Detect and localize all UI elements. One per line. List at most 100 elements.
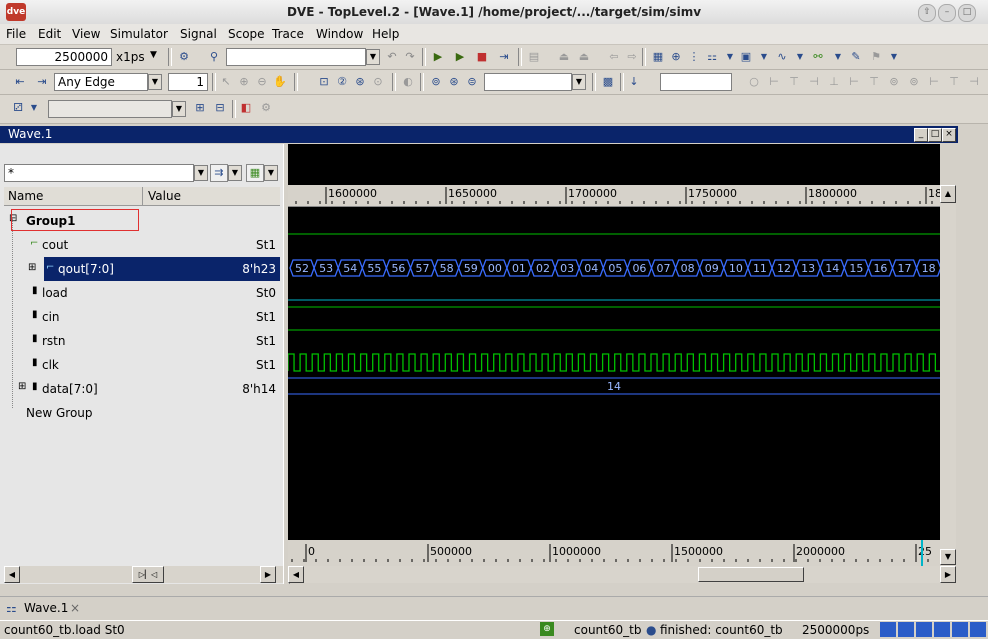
- time-unit-select[interactable]: x1ps: [116, 50, 145, 64]
- down-icon[interactable]: ⏏: [576, 49, 592, 65]
- signal-type-dropdown-icon[interactable]: ▼: [264, 165, 278, 181]
- list-view-icon[interactable]: ▦: [650, 49, 666, 65]
- signal-list-hscrollbar[interactable]: ◀ ▷▏◁ ▶: [4, 566, 283, 583]
- mdi-close-icon[interactable]: ×: [942, 128, 956, 142]
- waveform-vscrollbar[interactable]: ▲ ▼: [940, 185, 956, 565]
- trace-icon-3[interactable]: ⊤: [786, 74, 802, 90]
- trace-icon-9[interactable]: ⊚: [906, 74, 922, 90]
- mdi-restore-icon[interactable]: □: [928, 128, 942, 142]
- menu-simulator[interactable]: Simulator: [110, 27, 168, 41]
- status-icon-4[interactable]: [934, 622, 950, 637]
- find-prev-icon[interactable]: ↶: [384, 49, 400, 65]
- pen-icon[interactable]: ✎: [848, 49, 864, 65]
- chip-icon[interactable]: ▩: [600, 74, 616, 90]
- group-name-edit-box[interactable]: [11, 209, 139, 231]
- flag-icon[interactable]: ⚑: [868, 49, 884, 65]
- analog-icon[interactable]: ∿: [774, 49, 790, 65]
- hierarchy-dropdown-icon[interactable]: ▼: [26, 100, 42, 116]
- forward-icon[interactable]: ⇨: [624, 49, 640, 65]
- prev-edge-icon[interactable]: ⇤: [12, 74, 28, 90]
- wave-tab-label[interactable]: Wave.1: [24, 601, 68, 615]
- next-edge-icon[interactable]: ⇥: [34, 74, 50, 90]
- trace-icon-1[interactable]: ○: [746, 74, 762, 90]
- maximize-icon[interactable]: □: [958, 4, 976, 22]
- scroll-up-icon[interactable]: ▲: [940, 185, 956, 203]
- display-mode-icon[interactable]: ⇉: [210, 164, 228, 182]
- trace-icon-7[interactable]: ⊤: [866, 74, 882, 90]
- trace-icon-10[interactable]: ⊢: [926, 74, 942, 90]
- scroll-left-icon[interactable]: ◀: [4, 566, 20, 583]
- sim-time-input[interactable]: 2500000: [16, 48, 112, 66]
- signal-row[interactable]: ▮ load St0: [4, 281, 280, 305]
- pan-icon[interactable]: ✋: [272, 74, 288, 90]
- trace-icon-2[interactable]: ⊢: [766, 74, 782, 90]
- status-icon-2[interactable]: [898, 622, 914, 637]
- stop-icon[interactable]: ■: [474, 49, 490, 65]
- waveform-canvas[interactable]: 52 53 54 55 56 57 58 59 00 01 02 03 04 05 06 07 08 09 10 11…: [288, 206, 940, 540]
- step-icon[interactable]: ▶: [452, 49, 468, 65]
- scope-dropdown-icon[interactable]: ▼: [172, 101, 186, 117]
- signal-filter-input[interactable]: *: [4, 164, 194, 182]
- search-input[interactable]: [226, 48, 366, 66]
- zoom-area-icon[interactable]: ⊙: [370, 74, 386, 90]
- menu-signal[interactable]: Signal: [180, 27, 217, 41]
- search-forward-icon[interactable]: ⊛: [446, 74, 462, 90]
- hierarchy-icon[interactable]: ⚂: [10, 100, 26, 116]
- menu-window[interactable]: Window: [316, 27, 363, 41]
- signal-type-icon[interactable]: ▦: [246, 164, 264, 182]
- menu-trace[interactable]: Trace: [272, 27, 304, 41]
- menu-edit[interactable]: Edit: [38, 27, 61, 41]
- schematic-icon[interactable]: ⊕: [668, 49, 684, 65]
- signal-row-selected[interactable]: ⊞ ⌐ qout[7:0] 8'h23: [28, 257, 280, 281]
- up-icon[interactable]: ⏏: [556, 49, 572, 65]
- expand-icon[interactable]: ⊞: [28, 262, 36, 273]
- scope-select[interactable]: [48, 100, 172, 118]
- scroll-left-icon[interactable]: ◀: [288, 566, 304, 583]
- ungroup-icon[interactable]: ⊟: [212, 100, 228, 116]
- status-icon-6[interactable]: [970, 622, 986, 637]
- scroll-right-icon[interactable]: ▶: [260, 566, 276, 583]
- menu-scope[interactable]: Scope: [228, 27, 265, 41]
- memory-icon[interactable]: ▣: [738, 49, 754, 65]
- value-column-header[interactable]: Value: [148, 189, 181, 203]
- coverage-icon[interactable]: ⚯: [810, 49, 826, 65]
- signal-row[interactable]: ▮ cin St1: [4, 305, 280, 329]
- menu-help[interactable]: Help: [372, 27, 399, 41]
- find-next-icon[interactable]: ↷: [402, 49, 418, 65]
- window-menu-icon[interactable]: ⇧: [918, 4, 936, 22]
- trace-icon-8[interactable]: ⊚: [886, 74, 902, 90]
- trace-icon-6[interactable]: ⊢: [846, 74, 862, 90]
- waveform-hscrollbar[interactable]: ◀ ▶: [288, 566, 956, 583]
- clipboard-icon[interactable]: ▤: [526, 49, 542, 65]
- edge-mode-select[interactable]: Any Edge: [54, 73, 148, 91]
- search-back-icon[interactable]: ⊚: [428, 74, 444, 90]
- name-column-header[interactable]: Name: [8, 189, 43, 203]
- wave-view-icon[interactable]: ⚏: [704, 49, 720, 65]
- status-icon-5[interactable]: [952, 622, 968, 637]
- status-icon-3[interactable]: [916, 622, 932, 637]
- signal-tree-icon[interactable]: ⋮: [686, 49, 702, 65]
- memory-dropdown-icon[interactable]: ▼: [756, 49, 772, 65]
- signal-row[interactable]: ⊞ ▮ data[7:0] 8'h14: [4, 377, 280, 401]
- display-mode-dropdown-icon[interactable]: ▼: [228, 165, 242, 181]
- time-unit-dropdown-icon[interactable]: ▼: [150, 50, 157, 60]
- settings-icon[interactable]: ⚙: [258, 100, 274, 116]
- menu-file[interactable]: File: [6, 27, 26, 41]
- value-search-input[interactable]: [484, 73, 572, 91]
- search-value-icon[interactable]: ⊜: [464, 74, 480, 90]
- signal-row[interactable]: ▮ rstn St1: [4, 329, 280, 353]
- search-dropdown-icon[interactable]: ▼: [366, 49, 380, 65]
- minimize-icon[interactable]: –: [938, 4, 956, 22]
- zoom-2-icon[interactable]: ②: [334, 74, 350, 90]
- wave-view-dropdown-icon[interactable]: ▼: [722, 49, 738, 65]
- find-scope-icon[interactable]: ⚙: [176, 49, 192, 65]
- edge-mode-dropdown-icon[interactable]: ▼: [148, 74, 162, 90]
- trace-icon-5[interactable]: ⊥: [826, 74, 842, 90]
- arrow-down-icon[interactable]: ↓: [626, 74, 642, 90]
- group-icon[interactable]: ⊞: [192, 100, 208, 116]
- signal-row[interactable]: ▮ clk St1: [4, 353, 280, 377]
- status-icon-1[interactable]: [880, 622, 896, 637]
- filter-dropdown-icon[interactable]: ▼: [194, 165, 208, 181]
- zoom-fit-icon[interactable]: ⊡: [316, 74, 332, 90]
- menu-view[interactable]: View: [72, 27, 100, 41]
